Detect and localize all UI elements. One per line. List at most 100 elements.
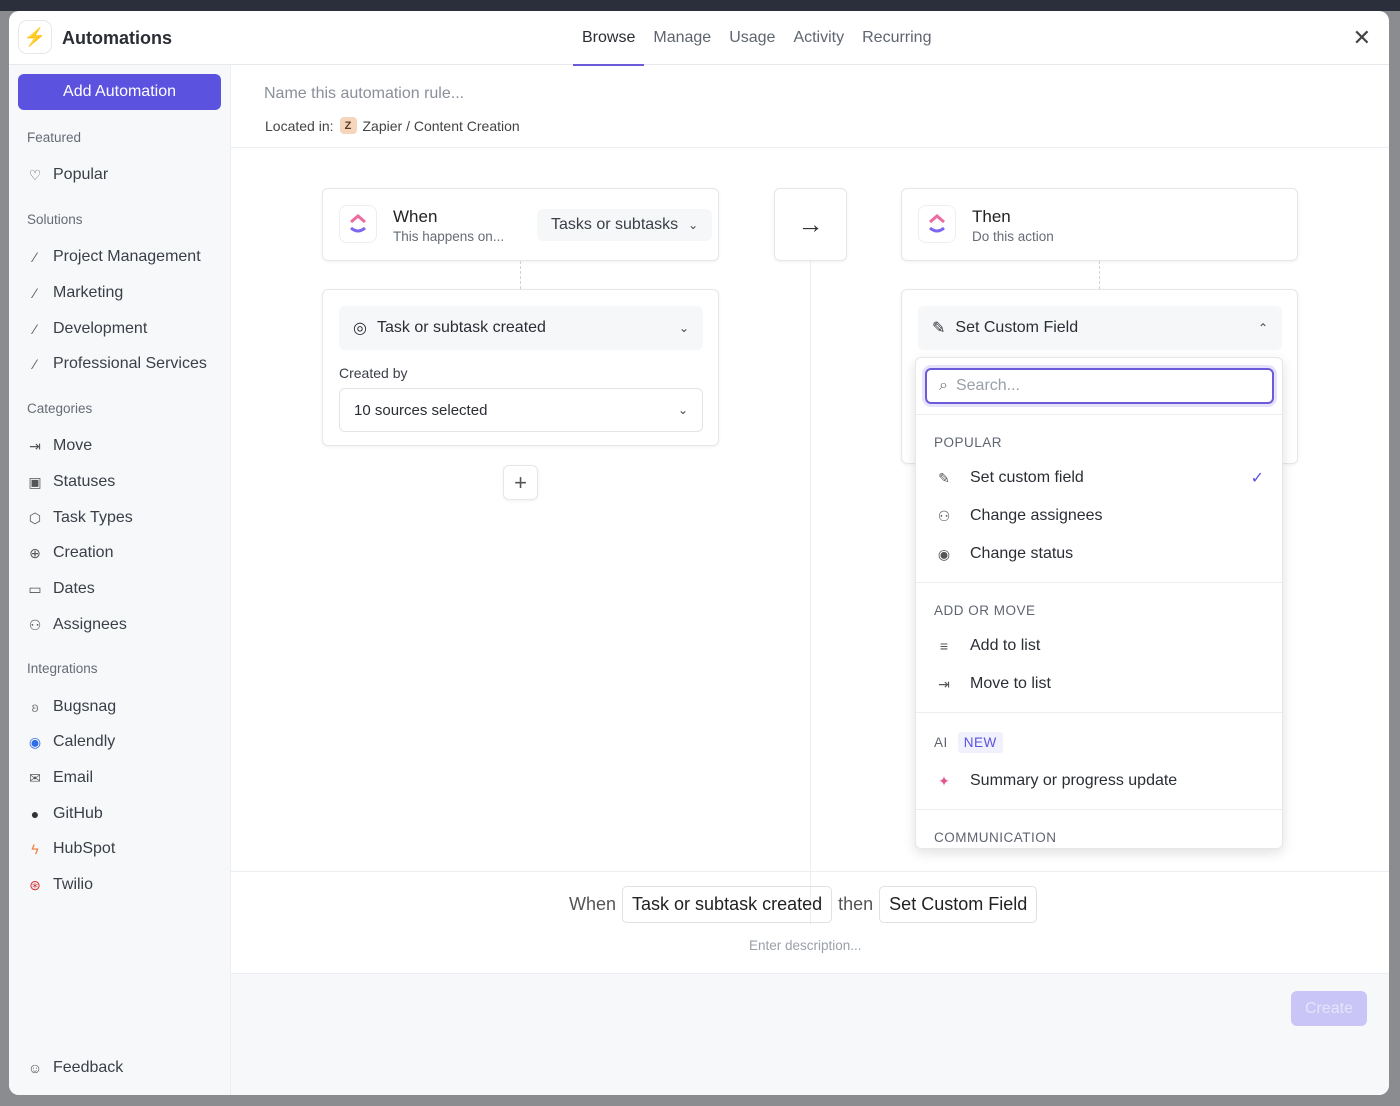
add-automation-button[interactable]: Add Automation <box>18 74 221 110</box>
menu-item-move-to-list[interactable]: ⇥ Move to list <box>916 666 1282 702</box>
move-icon: ⇥ <box>29 437 41 454</box>
background-topbar <box>0 0 1400 11</box>
bugsnag-icon: ʚ <box>31 699 39 715</box>
sidebar-item-popular[interactable]: ♡ Popular <box>27 166 108 184</box>
sidebar-item-label: Dates <box>53 580 95 597</box>
sidebar-item-creation[interactable]: ⊕ Creation <box>27 544 113 562</box>
sidebar-item-bugsnag[interactable]: ʚ Bugsnag <box>27 698 116 716</box>
sidebar-item-email[interactable]: ✉ Email <box>27 769 93 787</box>
divider <box>916 582 1282 583</box>
menu-item-add-to-list[interactable]: ≡ Add to list <box>916 628 1282 664</box>
trigger-event-dropdown[interactable]: ◎ Task or subtask created ⌄ <box>339 306 703 350</box>
sidebar-item-statuses[interactable]: ▣ Statuses <box>27 473 115 491</box>
tab-browse[interactable]: Browse <box>573 11 645 66</box>
automations-logo-icon: ⚡ <box>18 20 52 54</box>
feedback-button[interactable]: ☺ Feedback <box>27 1059 123 1077</box>
sidebar-item-hubspot[interactable]: ϟ HubSpot <box>27 840 115 858</box>
sparkle-icon: ✦ <box>938 772 950 789</box>
plus-circle-icon: ⊕ <box>29 544 41 561</box>
menu-item-set-custom-field[interactable]: ✎ Set custom field ✓ <box>916 460 1282 496</box>
calendly-icon: ◉ <box>28 733 42 750</box>
chevron-up-icon: ⌃ <box>1257 321 1268 335</box>
user-plus-icon: ⚇ <box>937 507 951 524</box>
menu-item-change-assignees[interactable]: ⚇ Change assignees <box>916 498 1282 534</box>
summary-sentence: When Task or subtask created then Set Cu… <box>569 886 1038 923</box>
summary-action-pill[interactable]: Set Custom Field <box>879 886 1038 923</box>
tab-recurring[interactable]: Recurring <box>853 11 940 65</box>
sidebar-item-move[interactable]: ⇥ Move <box>27 437 92 455</box>
automations-modal: ⚡ Automations Browse Manage Usage Activi… <box>9 11 1389 1095</box>
sidebar-item-label: Marketing <box>53 284 124 301</box>
menu-item-change-status[interactable]: ◉ Change status <box>916 536 1282 572</box>
scope-dropdown[interactable]: Tasks or subtasks ⌄ <box>537 209 713 241</box>
chevron-down-icon: ⌄ <box>678 321 689 335</box>
description-input[interactable]: Enter description... <box>749 938 862 953</box>
chevron-down-icon: ⌄ <box>677 403 688 417</box>
sidebar-item-assignees[interactable]: ⚇ Assignees <box>27 616 127 634</box>
action-dropdown[interactable]: ✎ Set Custom Field ⌃ <box>918 306 1282 350</box>
sidebar-item-label: Popular <box>53 166 109 183</box>
sidebar-item-project-management[interactable]: ⁄ Project Management <box>27 248 201 266</box>
sidebar-item-label: Twilio <box>53 876 94 893</box>
mail-icon: ✉ <box>29 769 41 786</box>
sidebar-item-label: Assignees <box>53 616 127 633</box>
section-communication: COMMUNICATION <box>934 830 1057 845</box>
modal-header: ⚡ Automations Browse Manage Usage Activi… <box>9 11 1389 66</box>
sidebar-item-label: Calendly <box>53 733 116 750</box>
section-add-or-move: ADD OR MOVE <box>934 603 1036 618</box>
menu-item-label: Add to list <box>970 637 1041 654</box>
sidebar-item-label: Professional Services <box>53 355 207 372</box>
wand-icon: ⁄ <box>33 249 37 265</box>
github-icon: ● <box>30 806 40 822</box>
tab-activity[interactable]: Activity <box>784 11 853 65</box>
sidebar-section-title: Categories <box>27 401 93 416</box>
rule-name-input[interactable] <box>264 85 764 103</box>
section-ai: AI NEW <box>934 732 1003 753</box>
sidebar-item-calendly[interactable]: ◉ Calendly <box>27 733 115 751</box>
action-subtitle: Do this action <box>972 229 1054 244</box>
action-dropdown-menu: ⌕ POPULAR ✎ Set custom field ✓ ⚇ Change ass… <box>915 357 1283 849</box>
summary-trigger-pill[interactable]: Task or subtask created <box>622 886 833 923</box>
search-input[interactable] <box>955 377 1246 395</box>
trigger-card: When This happens on... Tasks or subtask… <box>322 188 719 261</box>
rule-name-row: Located in: Z Zapier / Content Creation <box>231 65 1389 148</box>
menu-item-label: Summary or progress update <box>970 772 1178 789</box>
add-step-button[interactable]: + <box>503 465 538 500</box>
edit-icon: ✎ <box>932 320 946 337</box>
sidebar-item-development[interactable]: ⁄ Development <box>27 320 147 338</box>
sidebar-item-dates[interactable]: ▭ Dates <box>27 580 95 598</box>
sidebar-item-task-types[interactable]: ⬡ Task Types <box>27 509 133 527</box>
trigger-title: When <box>393 207 438 226</box>
trigger-settings-card: ◎ Task or subtask created ⌄ Created by 10 … <box>322 289 719 446</box>
search-field[interactable]: ⌕ <box>925 368 1274 404</box>
action-value: Set Custom Field <box>955 319 1079 336</box>
feedback-label: Feedback <box>53 1059 124 1076</box>
sidebar-section-title: Solutions <box>27 212 83 227</box>
section-popular: POPULAR <box>934 435 1003 450</box>
connector <box>520 261 521 289</box>
sidebar-item-marketing[interactable]: ⁄ Marketing <box>27 284 123 302</box>
sidebar-section-title: Featured <box>27 130 82 145</box>
tab-manage[interactable]: Manage <box>644 11 720 65</box>
create-button[interactable]: Create <box>1291 991 1367 1026</box>
close-icon[interactable]: ✕ <box>1353 25 1371 51</box>
sidebar-item-twilio[interactable]: ⊛ Twilio <box>27 876 93 894</box>
created-by-value: 10 sources selected <box>354 401 488 419</box>
created-by-dropdown[interactable]: 10 sources selected ⌄ <box>339 388 703 432</box>
sidebar-item-label: Development <box>53 320 148 337</box>
sidebar-item-label: HubSpot <box>53 840 116 857</box>
sidebar-item-professional-services[interactable]: ⁄ Professional Services <box>27 355 207 373</box>
clickup-logo-icon <box>918 205 956 243</box>
app-title: Automations <box>62 28 172 48</box>
check-icon: ✓ <box>1250 470 1264 487</box>
divider <box>916 809 1282 810</box>
hubspot-icon: ϟ <box>31 841 39 857</box>
sidebar-item-label: Bugsnag <box>53 698 117 715</box>
sidebar-item-github[interactable]: ● GitHub <box>27 805 103 823</box>
tabs: Browse Manage Usage Activity Recurring <box>573 11 940 66</box>
location-path[interactable]: Zapier / Content Creation <box>363 118 520 134</box>
tab-usage[interactable]: Usage <box>720 11 784 65</box>
connector <box>1099 261 1100 289</box>
menu-item-summary[interactable]: ✦ Summary or progress update <box>916 763 1282 799</box>
wand-icon: ⁄ <box>33 321 37 337</box>
